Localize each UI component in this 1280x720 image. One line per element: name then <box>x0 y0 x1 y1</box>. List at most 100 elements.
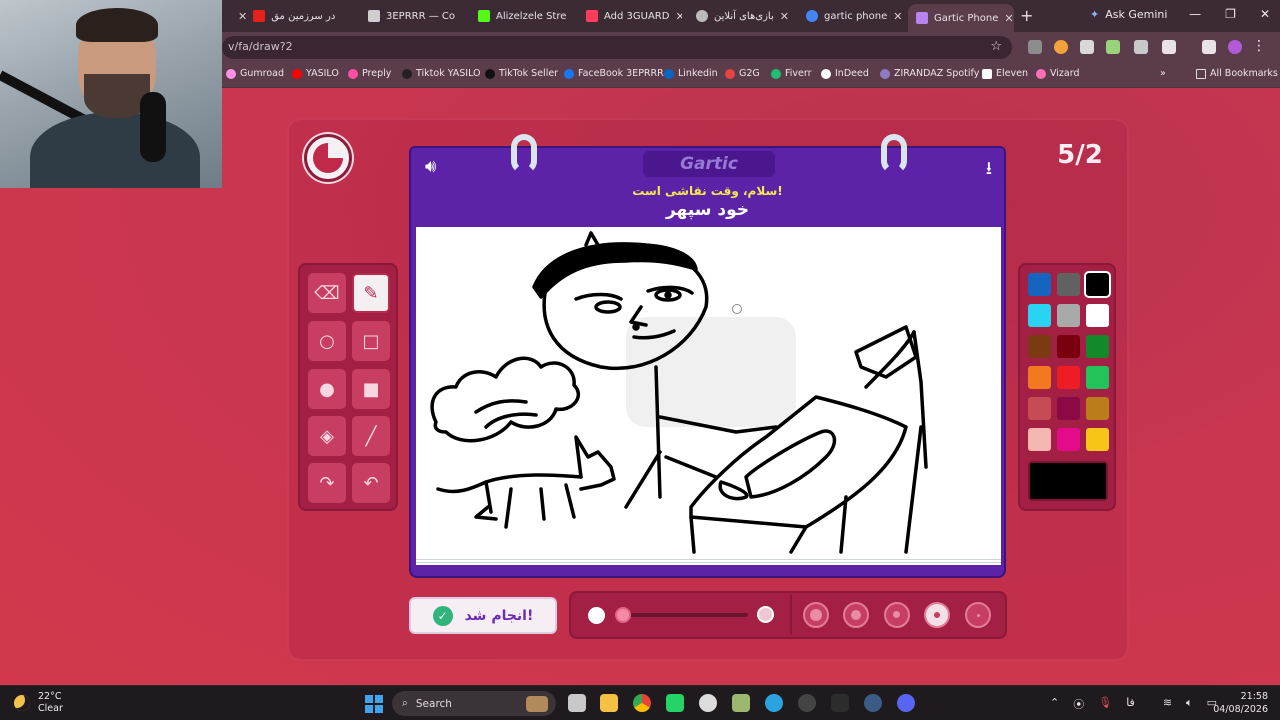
redo-tool[interactable]: ↷ <box>308 463 346 503</box>
restore-icon[interactable]: ❐ <box>1225 7 1236 21</box>
bookmark-item[interactable]: Tiktok YASILO <box>402 68 481 79</box>
task-view-icon[interactable] <box>568 694 586 712</box>
url-input[interactable]: v/fa/draw?2 ☆ <box>222 36 1012 59</box>
color-swatch[interactable] <box>1028 335 1051 358</box>
color-swatch[interactable] <box>1086 335 1109 358</box>
language-indicator[interactable]: فا <box>1126 696 1135 712</box>
more-menu-icon[interactable]: ⋮ <box>1252 38 1266 54</box>
square-outline-tool[interactable]: □ <box>352 321 390 361</box>
color-swatch[interactable] <box>1057 304 1080 327</box>
fill-bucket-tool[interactable]: ◈ <box>308 416 346 456</box>
extension-icon[interactable] <box>1028 40 1042 54</box>
browser-tab-active[interactable]: Gartic Phone ✕ <box>908 4 1014 32</box>
volume-icon[interactable]: 🔈︎ <box>1186 696 1193 712</box>
eraser-tool[interactable]: ⌫ <box>308 273 346 313</box>
tab-close-icon[interactable]: ✕ <box>893 10 902 23</box>
browser-tab[interactable]: 3EPRRR — Co ✕ <box>360 4 460 28</box>
nvidia-icon[interactable] <box>831 694 849 712</box>
bookmark-item[interactable]: Vizard <box>1036 68 1080 79</box>
tab-close-icon[interactable]: ✕ <box>780 10 789 23</box>
color-swatch[interactable] <box>1086 428 1109 451</box>
bookmark-item[interactable]: Linkedin <box>664 68 718 79</box>
taskbar-search[interactable]: ⌕ Search <box>392 691 556 716</box>
brush-size-sm[interactable] <box>924 602 950 628</box>
new-tab-button[interactable]: + <box>1020 6 1033 25</box>
color-swatch[interactable] <box>1028 273 1051 296</box>
clock[interactable]: 21:58 04/08/2026 <box>1213 690 1268 716</box>
drawing-canvas[interactable] <box>416 227 1001 557</box>
bookmark-item[interactable]: InDeed <box>821 68 869 79</box>
more-bookmarks-icon[interactable]: » <box>1160 68 1166 79</box>
done-button[interactable]: ✓ انجام شد! <box>409 597 557 634</box>
bookmark-star-icon[interactable]: ☆ <box>990 39 1002 54</box>
color-swatch[interactable] <box>1084 271 1111 298</box>
weather-widget[interactable]: 22°C Clear <box>14 691 63 715</box>
line-tool[interactable]: ╱ <box>352 416 390 456</box>
minimize-icon[interactable]: — <box>1189 7 1201 21</box>
color-swatch[interactable] <box>1057 397 1080 420</box>
browser-tab[interactable]: Alizelzele Stre ✕ <box>470 4 570 28</box>
chatgpt-icon[interactable] <box>699 694 717 712</box>
bookmark-item[interactable]: FaceBook 3EPRRR <box>564 68 664 79</box>
microphone-tray-icon[interactable]: 🎙︎ <box>1098 696 1112 712</box>
media-icon[interactable] <box>1202 40 1216 54</box>
extension-icon[interactable] <box>1054 40 1068 54</box>
brush-size-xs[interactable] <box>965 602 991 628</box>
puzzle-icon[interactable] <box>1162 40 1176 54</box>
extension-icon[interactable] <box>1106 40 1120 54</box>
browser-tab[interactable]: Add 3GUARD ✕ <box>578 4 682 28</box>
bookmark-item[interactable]: Fiverr <box>771 68 812 79</box>
brush-size-lg[interactable] <box>843 602 869 628</box>
color-swatch[interactable] <box>1057 366 1080 389</box>
pencil-tool[interactable]: ✎ <box>352 273 390 313</box>
undo-tool[interactable]: ↶ <box>352 463 390 503</box>
whatsapp-icon[interactable] <box>666 694 684 712</box>
close-icon[interactable]: ✕ <box>1260 7 1270 21</box>
tab-close-icon[interactable]: ✕ <box>1004 12 1013 25</box>
telegram-icon[interactable] <box>765 694 783 712</box>
tab-close-icon[interactable]: ✕ <box>675 10 682 23</box>
profile-avatar-icon[interactable] <box>1228 40 1242 54</box>
color-swatch[interactable] <box>1057 273 1080 296</box>
windows-start-icon[interactable] <box>365 695 383 713</box>
ask-gemini-button[interactable]: ✦ Ask Gemini <box>1090 8 1167 21</box>
opacity-slider-thumb[interactable] <box>615 607 631 623</box>
bookmark-item[interactable]: Gumroad <box>226 68 284 79</box>
color-swatch[interactable] <box>1086 304 1109 327</box>
color-swatch[interactable] <box>1086 366 1109 389</box>
bookmark-item[interactable]: Eleven <box>982 68 1028 79</box>
color-swatch[interactable] <box>1028 397 1051 420</box>
color-swatch[interactable] <box>1028 366 1051 389</box>
browser-tab[interactable]: بازی‌های آنلاین ✕ <box>688 4 792 28</box>
color-swatch[interactable] <box>1028 428 1051 451</box>
extension-icon[interactable] <box>1080 40 1094 54</box>
file-explorer-icon[interactable] <box>600 694 618 712</box>
browser-tab[interactable]: gartic phone ✕ <box>798 4 902 28</box>
extension-icon[interactable] <box>1134 40 1148 54</box>
steam-icon[interactable] <box>864 694 882 712</box>
app-icon[interactable] <box>798 694 816 712</box>
browser-tab[interactable]: ✕ در سرزمین مق <box>230 4 356 28</box>
bookmark-item[interactable]: G2G <box>725 68 760 79</box>
bookmark-item[interactable]: Preply <box>348 68 391 79</box>
color-swatch[interactable] <box>1086 397 1109 420</box>
brush-size-xl[interactable] <box>803 602 829 628</box>
color-swatch[interactable] <box>1057 428 1080 451</box>
bookmark-item[interactable]: ZIRANDAZ Spotify <box>880 68 979 79</box>
wifi-icon[interactable]: ≋ <box>1163 696 1172 712</box>
color-swatch[interactable] <box>1028 304 1051 327</box>
circle-filled-tool[interactable]: ● <box>308 369 346 409</box>
bookmark-item[interactable]: TikTok Seller <box>485 68 558 79</box>
circle-outline-tool[interactable]: ○ <box>308 321 346 361</box>
tab-close-icon[interactable]: ✕ <box>238 10 247 23</box>
all-bookmarks-button[interactable]: All Bookmarks <box>1196 68 1278 79</box>
brush-size-md[interactable] <box>884 602 910 628</box>
chrome-icon[interactable] <box>633 694 651 712</box>
bookmark-item[interactable]: YASILO <box>292 68 339 79</box>
terminal-icon[interactable] <box>732 694 750 712</box>
discord-icon[interactable] <box>897 694 915 712</box>
square-filled-tool[interactable]: ■ <box>352 369 390 409</box>
color-swatch[interactable] <box>1057 335 1080 358</box>
opacity-slider-track[interactable] <box>628 613 748 617</box>
chevron-up-icon[interactable]: ⌃ <box>1050 696 1059 712</box>
